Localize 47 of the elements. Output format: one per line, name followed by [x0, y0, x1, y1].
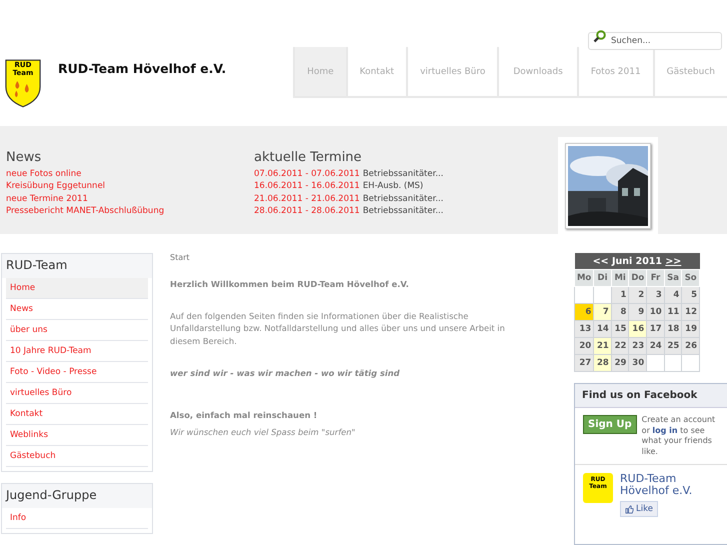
like-button[interactable]: Like: [620, 501, 658, 517]
weekday-label: Do: [628, 270, 647, 286]
login-link[interactable]: log in: [652, 426, 678, 434]
facebook-page-link[interactable]: RUD-Team Hövelhof e.V.: [620, 473, 719, 497]
weekday-label: Mi: [611, 270, 629, 286]
event-date-link[interactable]: 21.06.2011 - 21.06.2011: [254, 192, 360, 205]
search-field[interactable]: Suchen...: [588, 32, 722, 50]
weekday-label: Fr: [646, 270, 664, 286]
news-heading: News: [6, 150, 42, 165]
news-link[interactable]: neue Termine 2011: [6, 192, 254, 205]
prev-month-link[interactable]: <<: [592, 256, 609, 266]
news-link[interactable]: neue Fotos online: [6, 168, 254, 180]
site-title: RUD-Team Hövelhof e.V.: [58, 61, 226, 76]
panel-title: Jugend-Gruppe: [2, 484, 152, 508]
content-text: wer sind wir - was wir machen - wo wir tätig sind: [170, 366, 401, 380]
weekday-label: So: [682, 270, 700, 286]
calendar-day[interactable]: 6: [574, 304, 594, 320]
weekday-label: Mo: [574, 270, 594, 286]
thumbs-up-icon: [625, 504, 634, 514]
event-name: Betriebssanitäter...: [362, 192, 444, 205]
menu-item[interactable]: Home: [6, 278, 148, 299]
event-name: Betriebssanitäter...: [362, 204, 444, 218]
news-link[interactable]: Pressebericht MANET-Abschlußübung: [6, 204, 254, 218]
weekday-label: Di: [594, 270, 612, 286]
events-heading: aktuelle Termine: [254, 150, 363, 165]
weekday-label: Sa: [664, 270, 682, 286]
content-text: Auf den folgenden Seiten finden sie Informationen über die Realistische Unfalldarstellung bzw. Notfalldarstellung und alles über uns und unsere Arbeit in diesem Bereich.: [170, 310, 506, 347]
event-name: Betriebssanitäter...: [362, 168, 444, 180]
content-text: Also, einfach mal reinschauen !: [170, 409, 318, 422]
content-text: Wir wünschen euch viel Spass beim "surfen": [170, 426, 356, 438]
content-text: Herzlich Willkommen beim RUD-Team Hövelhof e.V.: [170, 278, 410, 290]
panel-title: RUD-Team: [2, 254, 152, 278]
logo-icon: [4, 57, 42, 109]
event-date-link[interactable]: 16.06.2011 - 16.06.2011: [254, 180, 360, 193]
facebook-text: Create an account or log in to see what your friends like.: [642, 415, 716, 457]
calendar-day[interactable]: 27: [574, 354, 594, 372]
event-name: EH-Ausb. (MS): [362, 180, 424, 193]
search-icon: [593, 30, 606, 43]
calendar-day[interactable]: 13: [574, 320, 594, 338]
event-date-link[interactable]: 07.06.2011 - 07.06.2011: [254, 168, 360, 180]
next-month-link[interactable]: >>: [665, 256, 682, 266]
breadcrumb: Start: [170, 253, 191, 262]
news-link[interactable]: Kreisübung Eggetunnel: [6, 180, 254, 193]
calendar-day[interactable]: 20: [574, 338, 594, 354]
month-label: Juni 2011: [612, 256, 662, 266]
facebook-title: Find us on Facebook: [575, 384, 727, 408]
event-date-link[interactable]: 28.06.2011 - 28.06.2011: [254, 204, 360, 218]
